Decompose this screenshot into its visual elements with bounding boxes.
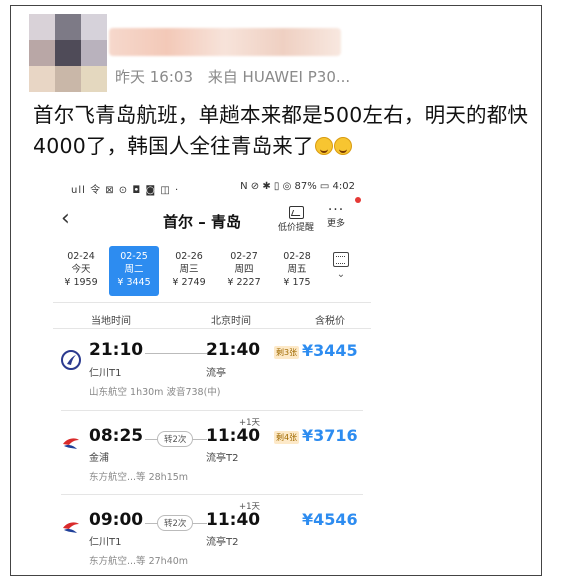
fare-price: ¥3445 xyxy=(302,341,358,360)
weekday-label: 今天 xyxy=(71,264,91,275)
direct-connector-line xyxy=(145,353,207,354)
status-bar: ull 令 ⊠ ⊙ ◘ ◙ ◫ · N ⊘ ✱ ▯ ◎ 87% ▭ 4:02 xyxy=(53,176,371,203)
weekday-label: 周四 xyxy=(234,264,254,275)
flight-app-screenshot: ull 令 ⊠ ⊙ ◘ ◙ ◫ · N ⊘ ✱ ▯ ◎ 87% ▭ 4:02 ‹… xyxy=(53,176,371,571)
post-text: 首尔飞青岛航班，单趟本来都是500左右，明天的都快4000了，韩国人全往青岛来了 xyxy=(33,103,529,158)
calendar-button[interactable]: ⌄ xyxy=(329,252,353,280)
date-price: ¥ 2227 xyxy=(227,277,261,288)
date-price: ¥ 175 xyxy=(283,277,311,288)
departure-airport: 仁川T1 xyxy=(89,368,122,379)
date-option[interactable]: 02-26 周三 ¥ 2749 xyxy=(164,246,214,296)
date-option[interactable]: 02-24 今天 ¥ 1959 xyxy=(56,246,106,296)
divider xyxy=(53,328,371,329)
date-option[interactable]: 02-28 周五 ¥ 175 xyxy=(273,246,321,296)
arrival-airport: 流亭T2 xyxy=(206,453,239,464)
avatar[interactable] xyxy=(29,14,107,92)
fare-price: ¥3716 xyxy=(302,426,358,445)
column-tax-price: 含税价 xyxy=(315,316,345,327)
divider xyxy=(61,494,363,495)
notification-dot-icon xyxy=(355,197,361,203)
date-option[interactable]: 02-27 周四 ¥ 2227 xyxy=(219,246,269,296)
seats-left-badge: 剩3张 xyxy=(274,346,300,359)
arrival-time: 21:40 xyxy=(206,340,261,360)
weekday-label: 周二 xyxy=(124,264,144,275)
flight-row[interactable]: 08:25 金浦 转2次 +1天 11:40 流亭T2 剩4张 ¥3716 东方… xyxy=(53,416,371,494)
weekday-label: 周五 xyxy=(287,264,307,275)
arrival-time: 11:40 xyxy=(206,426,261,446)
post-meta: 昨天 16:03 来自 HUAWEI P30... xyxy=(115,66,360,87)
post-body: 首尔飞青岛航班，单趟本来都是500左右，明天的都快4000了，韩国人全往青岛来了 xyxy=(33,100,533,162)
arrival-time: 11:40 xyxy=(206,510,261,530)
date-label: 02-26 xyxy=(175,251,203,262)
airline-info: 山东航空 1h30m 波音738(中) xyxy=(89,387,221,398)
weibo-post-card: 昨天 16:03 来自 HUAWEI P30... 首尔飞青岛航班，单趟本来都是… xyxy=(10,5,542,576)
date-label: 02-24 xyxy=(67,251,95,262)
date-price: ¥ 1959 xyxy=(64,277,98,288)
china-eastern-logo-icon xyxy=(63,522,79,533)
flight-row[interactable]: 21:10 仁川T1 21:40 流亭 剩3张 ¥3445 山东航空 1h30m… xyxy=(53,334,371,412)
status-left-icons: ull 令 ⊠ ⊙ ◘ ◙ ◫ · xyxy=(71,185,180,196)
laugh-cry-emoji-icon xyxy=(314,137,333,155)
date-option-selected[interactable]: 02-25 周二 ¥ 3445 xyxy=(109,246,159,296)
date-selector: 02-24 今天 ¥ 1959 02-25 周二 ¥ 3445 02-26 周三… xyxy=(53,246,371,296)
calendar-icon xyxy=(333,252,349,267)
transfer-count-pill: 转2次 xyxy=(157,515,194,531)
chevron-left-icon[interactable]: ‹ xyxy=(61,206,70,231)
departure-time: 21:10 xyxy=(89,340,144,360)
arrival-airport: 流亭 xyxy=(206,368,226,379)
more-label: 更多 xyxy=(326,219,345,229)
nav-bar: ‹ 首尔 – 青岛 低价提醒 ··· 更多 xyxy=(53,202,371,238)
china-eastern-logo-icon xyxy=(63,438,79,449)
post-time: 昨天 16:03 xyxy=(115,68,193,86)
column-beijing-time: 北京时间 xyxy=(211,316,251,327)
date-label: 02-28 xyxy=(283,251,311,262)
chevron-down-icon: ⌄ xyxy=(336,269,346,280)
date-label: 02-25 xyxy=(120,251,148,262)
more-button[interactable]: ··· 更多 xyxy=(321,202,351,229)
shandong-airlines-logo-icon xyxy=(61,350,81,370)
weekday-label: 周三 xyxy=(179,264,199,275)
divider xyxy=(53,302,371,303)
departure-time: 09:00 xyxy=(89,510,144,530)
price-alert-label: 低价提醒 xyxy=(277,223,314,233)
price-alert-button[interactable]: 低价提醒 xyxy=(275,206,317,233)
arrival-airport: 流亭T2 xyxy=(206,537,239,548)
seats-left-badge: 剩4张 xyxy=(274,431,300,444)
date-label: 02-27 xyxy=(230,251,258,262)
departure-airport: 仁川T1 xyxy=(89,537,122,548)
date-price: ¥ 3445 xyxy=(117,277,151,288)
post-source[interactable]: 来自 HUAWEI P30... xyxy=(208,68,350,86)
airline-info: 东方航空...等 27h40m xyxy=(89,556,189,567)
airline-info: 东方航空...等 28h15m xyxy=(89,472,189,483)
route-title: 首尔 – 青岛 xyxy=(163,213,241,231)
more-dots-icon: ··· xyxy=(327,202,345,218)
fare-price: ¥4546 xyxy=(302,510,358,529)
divider xyxy=(61,410,363,411)
username-blurred[interactable] xyxy=(109,28,341,56)
laugh-cry-emoji-icon xyxy=(333,137,352,155)
price-chart-icon xyxy=(288,206,304,219)
status-right-icons: N ⊘ ✱ ▯ ◎ 87% ▭ 4:02 xyxy=(240,181,355,192)
departure-time: 08:25 xyxy=(89,426,144,446)
column-local-time: 当地时间 xyxy=(91,316,131,327)
date-price: ¥ 2749 xyxy=(172,277,206,288)
departure-airport: 金浦 xyxy=(89,453,109,464)
transfer-count-pill: 转2次 xyxy=(157,431,194,447)
flight-row[interactable]: 09:00 仁川T1 转2次 +1天 11:40 流亭T2 ¥4546 东方航空… xyxy=(53,500,371,571)
